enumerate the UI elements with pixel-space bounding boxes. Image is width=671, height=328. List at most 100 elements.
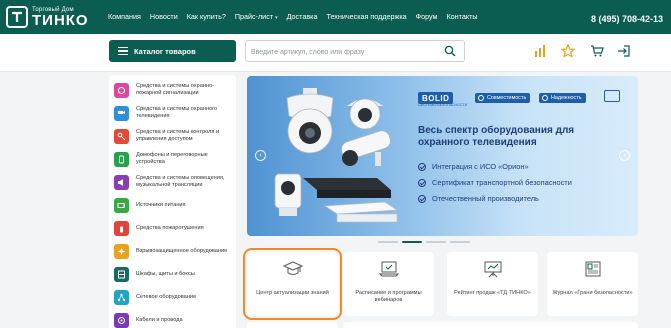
sidebar-item-cabinets[interactable]: Шкафы, щиты и боксы bbox=[114, 264, 234, 284]
sidebar-item-label: Кабели и провода bbox=[136, 316, 183, 323]
phone-number[interactable]: 8 (495) 708-42-13 bbox=[591, 14, 663, 24]
slider-dot[interactable] bbox=[450, 241, 470, 243]
next-row-card bbox=[343, 322, 638, 328]
sidebar-item-label: Шкафы, щиты и боксы bbox=[136, 270, 195, 277]
laptop-icon bbox=[379, 261, 399, 277]
sidebar-item-explosion-proof[interactable]: Взрывозащищенное оборудование bbox=[114, 241, 234, 261]
search-icon[interactable] bbox=[444, 45, 456, 57]
card-label: Расписание и программы вебинаров bbox=[355, 290, 422, 303]
logo-name: ТИНКО bbox=[32, 11, 89, 29]
slider-dots bbox=[378, 241, 470, 243]
promo-banner[interactable]: BOLID СИСТЕМЫ БЕЗОПАСНОСТИ Совместимость… bbox=[247, 76, 638, 236]
nav-item-company[interactable]: Компания bbox=[108, 12, 141, 21]
magazine-icon bbox=[585, 261, 601, 277]
main-nav: Компания Новости Как купить? Прайс-лист ▾… bbox=[108, 12, 487, 21]
badge-reliability-label: Надежность bbox=[551, 95, 582, 101]
nav-item-contacts[interactable]: Контакты bbox=[446, 12, 477, 21]
nav-item-price-list-label: Прайс-лист bbox=[234, 12, 274, 21]
card-magazine[interactable]: Журнал «Грани безопасности» bbox=[547, 252, 638, 316]
slider-dot[interactable] bbox=[378, 241, 398, 243]
card-label: Центр актуализации знаний bbox=[256, 290, 329, 296]
explosion-icon bbox=[114, 243, 129, 259]
sidebar-item-power[interactable]: Источники питания bbox=[114, 195, 234, 215]
banner-feature: Сертификат транспортной безопасности bbox=[418, 178, 572, 187]
reliability-icon bbox=[542, 95, 548, 101]
bolid-tagline: СИСТЕМЫ БЕЗОПАСНОСТИ bbox=[418, 103, 468, 107]
cabinet-icon bbox=[114, 266, 129, 282]
catalog-button-label: Каталог товаров bbox=[134, 46, 196, 56]
banner-feature: Интеграция с ИСО «Орион» bbox=[418, 162, 529, 171]
nav-item-price-list[interactable]: Прайс-лист ▾ bbox=[235, 12, 278, 21]
badge-compatibility: Совместимость bbox=[475, 93, 531, 103]
cart-icon[interactable] bbox=[590, 44, 604, 58]
menu-icon bbox=[118, 47, 128, 55]
cable-icon bbox=[114, 312, 129, 328]
banner-next-button[interactable]: › bbox=[619, 150, 630, 161]
sidebar-item-label: Домофоны и переговорные устройства bbox=[136, 152, 208, 165]
nav-item-delivery[interactable]: Доставка bbox=[287, 12, 318, 21]
next-row-card bbox=[247, 322, 338, 328]
nav-item-news[interactable]: Новости bbox=[150, 12, 178, 21]
nav-item-how-to-buy[interactable]: Как купить? bbox=[187, 12, 226, 21]
presentation-chart-icon bbox=[484, 261, 502, 278]
banner-title: Весь спектр оборудования для охранного т… bbox=[418, 125, 575, 148]
sidebar-item-network[interactable]: Сетевое оборудование bbox=[114, 287, 234, 307]
network-icon bbox=[114, 289, 129, 305]
sidebar-item-notification[interactable]: Средства и системы оповещения, музыкальн… bbox=[114, 172, 234, 192]
intercom-icon bbox=[114, 151, 129, 167]
sidebar-item-access-control[interactable]: Средства и системы контроля и управления… bbox=[114, 126, 234, 146]
check-circle-icon bbox=[418, 178, 426, 187]
search-box bbox=[245, 40, 465, 63]
key-icon bbox=[114, 128, 129, 144]
sidebar-item-label: Средства и системы контроля и управления… bbox=[136, 129, 220, 142]
nav-item-support[interactable]: Техническая поддержка bbox=[326, 12, 406, 21]
sidebar-item-fire-extinguishing[interactable]: Средства пожаротушения bbox=[114, 218, 234, 238]
sidebar-item-label: Средства и системы оповещения, музыкальн… bbox=[136, 175, 225, 188]
logo-mark-icon bbox=[6, 6, 28, 28]
slider-dot[interactable] bbox=[426, 241, 446, 243]
banner-feature-text: Отечественный производитель bbox=[432, 194, 539, 203]
sidebar-item-label: Средства пожаротушения bbox=[136, 224, 204, 231]
sidebar-item-intercom[interactable]: Домофоны и переговорные устройства bbox=[114, 149, 234, 169]
compatibility-icon bbox=[478, 95, 484, 101]
alarm-icon bbox=[114, 82, 129, 98]
banner-feature: Отечественный производитель bbox=[418, 194, 539, 203]
badge-compatibility-label: Совместимость bbox=[487, 95, 527, 101]
speaker-icon bbox=[114, 174, 129, 190]
nav-item-forum[interactable]: Форум bbox=[416, 12, 438, 21]
sidebar-item-label: Взрывозащищенное оборудование bbox=[136, 247, 228, 254]
cctv-sign-icon bbox=[604, 90, 620, 102]
camera-icon bbox=[114, 105, 129, 121]
logo[interactable]: Торговый Дом ТИНКО bbox=[6, 3, 89, 31]
search-input[interactable] bbox=[246, 42, 436, 63]
chevron-down-icon: ▾ bbox=[275, 15, 278, 21]
star-icon[interactable] bbox=[561, 44, 575, 58]
header: Каталог товаров bbox=[0, 34, 671, 72]
banner-prev-button[interactable]: ‹ bbox=[255, 150, 266, 161]
top-bar: Торговый Дом ТИНКО Компания Новости Как … bbox=[0, 0, 671, 34]
sidebar-item-fire-alarm[interactable]: Средства и системы охранно-пожарной сигн… bbox=[114, 80, 234, 100]
card-webinars[interactable]: Расписание и программы вебинаров bbox=[343, 252, 434, 316]
battery-icon bbox=[114, 197, 129, 213]
chart-icon[interactable] bbox=[533, 44, 547, 58]
extinguisher-icon bbox=[114, 220, 129, 236]
card-label: Журнал «Грани безопасности» bbox=[552, 290, 633, 296]
sidebar-item-label: Источники питания bbox=[136, 201, 186, 208]
graduation-cap-icon bbox=[283, 261, 303, 275]
sidebar-item-label: Средства и системы охранного телевидения bbox=[136, 106, 218, 119]
slider-dot-active[interactable] bbox=[402, 241, 422, 243]
sidebar-item-label: Средства и системы охранно-пожарной сигн… bbox=[136, 83, 214, 96]
check-circle-icon bbox=[418, 194, 426, 203]
sidebar-item-cctv[interactable]: Средства и системы охранного телевидения bbox=[114, 103, 234, 123]
catalog-sidebar: Средства и системы охранно-пожарной сигн… bbox=[109, 75, 236, 328]
card-sales-rating[interactable]: Рейтинг продаж «ТД ТИНКО» bbox=[447, 252, 538, 316]
sidebar-item-label: Сетевое оборудование bbox=[136, 293, 197, 300]
banner-feature-text: Сертификат транспортной безопасности bbox=[432, 178, 572, 187]
banner-feature-text: Интеграция с ИСО «Орион» bbox=[432, 162, 529, 171]
catalog-button[interactable]: Каталог товаров bbox=[109, 40, 236, 62]
card-knowledge-center[interactable]: Центр актуализации знаний bbox=[243, 248, 342, 320]
sidebar-item-cables[interactable]: Кабели и провода bbox=[114, 310, 234, 328]
login-icon[interactable] bbox=[617, 44, 631, 58]
card-label: Рейтинг продаж «ТД ТИНКО» bbox=[454, 290, 531, 296]
badge-reliability: Надежность bbox=[539, 93, 586, 103]
